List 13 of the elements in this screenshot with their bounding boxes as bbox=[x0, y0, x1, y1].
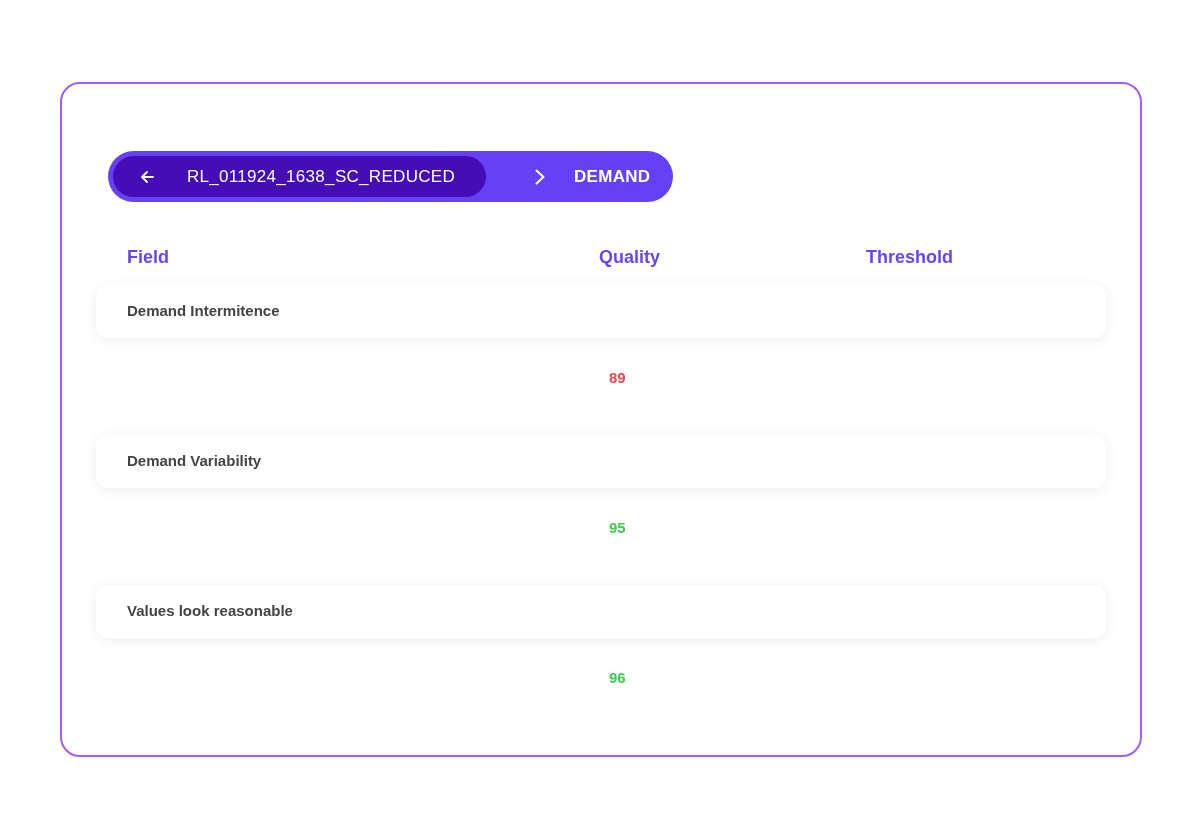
back-arrow-icon bbox=[141, 170, 154, 183]
field-name: Values look reasonable bbox=[127, 601, 293, 622]
quality-value: 96 bbox=[608, 669, 626, 686]
quality-value: 95 bbox=[608, 519, 626, 536]
quality-value: 89 bbox=[608, 369, 626, 386]
column-header: Quality bbox=[599, 247, 661, 267]
column-header: Field bbox=[127, 247, 170, 267]
chevron-right-icon bbox=[535, 168, 545, 185]
column-header: Threshold bbox=[866, 247, 954, 267]
field-name: Demand Intermitence bbox=[127, 301, 280, 322]
field-name: Demand Variability bbox=[127, 451, 262, 472]
dataset-back-button[interactable]: RL_011924_1638_SC_REDUCED bbox=[113, 156, 486, 197]
section-label: DEMAND bbox=[574, 165, 651, 188]
